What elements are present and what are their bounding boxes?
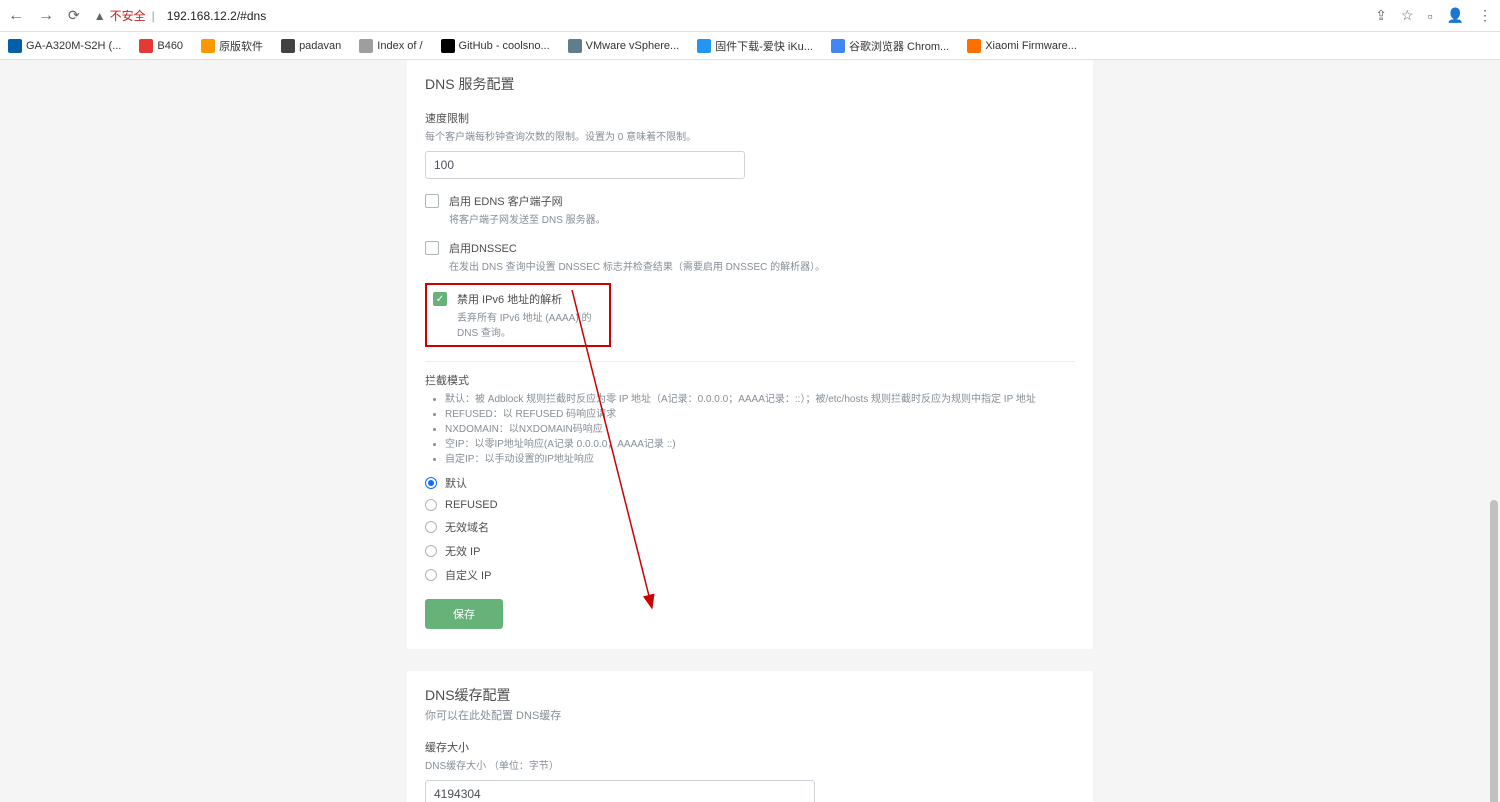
block-mode-nxdomain-radio[interactable] [425,521,437,533]
cache-size-label: 缓存大小 [425,739,1075,755]
dns-cache-card: DNS缓存配置 你可以在此处配置 DNS缓存 缓存大小 DNS缓存大小 （单位：… [407,671,1093,802]
ipv6-disable-checkbox[interactable]: ✓ [433,292,447,306]
edns-label: 启用 EDNS 客户端子网 [449,193,606,209]
star-icon[interactable]: ☆ [1401,7,1414,24]
bookmark-item[interactable]: 固件下载-爱快 iKu... [697,38,813,54]
back-icon[interactable]: ← [8,7,24,25]
block-mode-label: 拦截模式 [425,361,1075,388]
bookmark-item[interactable]: GitHub - coolsno... [441,39,550,53]
bookmarks-bar: GA-A320M-S2H (... B460 原版软件 padavan Inde… [0,32,1500,60]
bookmark-item[interactable]: padavan [281,39,341,53]
block-mode-refused-radio[interactable] [425,499,437,511]
dnssec-checkbox[interactable] [425,241,439,255]
block-mode-bullets: 默认：被 Adblock 规则拦截时反应为零 IP 地址（A记录：0.0.0.0… [425,392,1075,467]
security-warning: 不安全 [110,7,146,24]
block-mode-customip-radio[interactable] [425,569,437,581]
bookmark-item[interactable]: Index of / [359,39,422,53]
cache-size-desc: DNS缓存大小 （单位：字节） [425,757,1075,772]
address-bar[interactable]: ▲ 不安全 | 192.168.12.2/#dns [94,7,266,24]
browser-toolbar: ← → ⟳ ▲ 不安全 | 192.168.12.2/#dns ⇪ ☆ ▫ 👤 … [0,0,1500,32]
bookmark-item[interactable]: GA-A320M-S2H (... [8,39,121,53]
rate-limit-input[interactable] [425,151,745,179]
menu-icon[interactable]: ⋮ [1478,7,1492,24]
reload-icon[interactable]: ⟳ [68,7,80,24]
bookmark-item[interactable]: B460 [139,39,183,53]
edns-desc: 将客户端子网发送至 DNS 服务器。 [449,211,606,226]
extension-icon[interactable]: ▫ [1428,8,1433,24]
forward-icon[interactable]: → [38,7,54,25]
ipv6-desc: 丢弃所有 IPv6 地址 (AAAA) 的 DNS 查询。 [457,309,603,339]
block-mode-nullip-radio[interactable] [425,545,437,557]
url-text: 192.168.12.2/#dns [167,9,266,23]
section-title: DNS 服务配置 [425,74,1075,94]
cache-subtitle: 你可以在此处配置 DNS缓存 [425,707,1075,723]
bookmark-item[interactable]: 谷歌浏览器 Chrom... [831,38,949,54]
dns-service-card: DNS 服务配置 速度限制 每个客户端每秒钟查询次数的限制。设置为 0 意味着不… [407,60,1093,649]
rate-limit-label: 速度限制 [425,110,1075,126]
dnssec-label: 启用DNSSEC [449,240,825,256]
edns-checkbox[interactable] [425,194,439,208]
rate-limit-desc: 每个客户端每秒钟查询次数的限制。设置为 0 意味着不限制。 [425,128,1075,143]
dns-save-button[interactable]: 保存 [425,599,503,629]
cache-size-input[interactable] [425,780,815,802]
block-mode-default-radio[interactable] [425,477,437,489]
scrollbar[interactable] [1488,120,1500,802]
bookmark-item[interactable]: VMware vSphere... [568,39,680,53]
profile-icon[interactable]: 👤 [1447,7,1464,24]
bookmark-item[interactable]: Xiaomi Firmware... [967,39,1077,53]
cache-title: DNS缓存配置 [425,685,1075,705]
ipv6-label: 禁用 IPv6 地址的解析 [457,291,603,307]
dnssec-desc: 在发出 DNS 查询中设置 DNSSEC 标志并检查结果（需要启用 DNSSEC… [449,258,825,273]
bookmark-item[interactable]: 原版软件 [201,38,263,54]
share-icon[interactable]: ⇪ [1375,7,1387,24]
